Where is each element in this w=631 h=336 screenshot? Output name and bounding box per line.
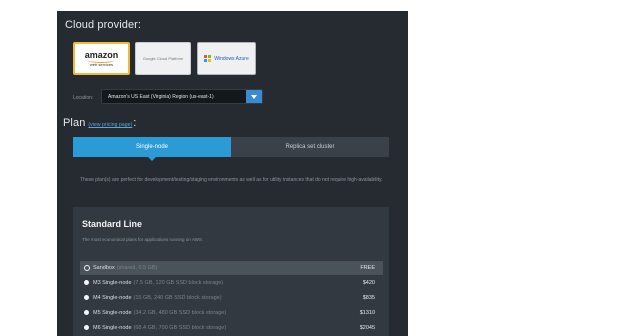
plan-spec: (7.5 GB, 120 GB SSD block storage): [133, 280, 224, 286]
plan-type-tabs: Single-node Replica set cluster: [73, 137, 389, 161]
standard-line-section: Standard Line The most economical plans …: [73, 207, 389, 336]
plan-name: M3 Single-node: [93, 280, 132, 286]
plan-spec: (shared, 0.5 GB): [116, 265, 158, 271]
plan-description: These plan(s) are perfect for developmen…: [80, 177, 383, 183]
windows-flag-icon: [204, 55, 212, 62]
plan-name: Sandbox: [93, 265, 115, 271]
standard-line-title: Standard Line: [82, 219, 143, 229]
provider-google-button[interactable]: Google Cloud Platform: [135, 42, 191, 75]
plan-row-m3[interactable]: M3 Single-node (7.5 GB, 120 GB SSD block …: [80, 276, 383, 290]
radio-icon: [84, 280, 89, 285]
plan-spec: (34.2 GB, 480 GB SSD block storage): [133, 310, 227, 316]
plan-name: M5 Single-node: [93, 310, 132, 316]
cloud-provider-heading: Cloud provider:: [65, 19, 142, 31]
location-dropdown-button[interactable]: [246, 90, 262, 103]
radio-icon: [84, 295, 89, 300]
plan-row-m5[interactable]: M5 Single-node (34.2 GB, 480 GB SSD block…: [80, 306, 383, 320]
plan-spec: (68.4 GB, 700 GB SSD block storage): [133, 325, 227, 331]
active-tab-indicator: [148, 157, 156, 161]
plan-price: $420: [362, 280, 375, 286]
plan-price: FREE: [360, 265, 375, 271]
azure-logo-text: Windows Azure: [214, 55, 249, 62]
tab-single-node[interactable]: Single-node: [73, 137, 231, 157]
location-select[interactable]: Amazon's US East (Virginia) Region (us-e…: [101, 89, 263, 104]
google-logo: Google Cloud Platform: [142, 56, 184, 61]
plan-row-sandbox[interactable]: Sandbox (shared, 0.5 GB) FREE: [80, 261, 383, 275]
plan-row-m6[interactable]: M6 Single-node (68.4 GB, 700 GB SSD block…: [80, 321, 383, 335]
provider-amazon-button[interactable]: amazon web services: [73, 42, 130, 75]
amazon-logo: amazon web services: [85, 50, 119, 67]
amazon-logo-sub: web services: [89, 61, 114, 67]
radio-icon: [84, 310, 89, 315]
plan-row-m4[interactable]: M4 Single-node (15 GB, 240 GB SSD block s…: [80, 291, 383, 305]
view-pricing-link[interactable]: (view pricing page): [88, 122, 132, 128]
tab-replica-set-cluster[interactable]: Replica set cluster: [231, 137, 389, 157]
plan-heading: Plan (view pricing page):: [63, 117, 136, 129]
radio-selected-icon: [84, 265, 90, 271]
plan-heading-suffix: :: [133, 117, 137, 129]
radio-icon: [84, 325, 89, 330]
chevron-down-icon: [251, 94, 257, 99]
plan-spec: (15 GB, 240 GB SSD block storage): [133, 295, 222, 301]
deployment-panel: Cloud provider: amazon web services Goog…: [57, 11, 408, 336]
location-label: Location:: [73, 95, 94, 101]
plan-price: $1310: [359, 310, 375, 316]
location-select-value: Amazon's US East (Virginia) Region (us-e…: [108, 94, 214, 100]
standard-line-subtitle: The most economical plans for applicatio…: [82, 237, 204, 242]
plan-name: M6 Single-node: [93, 325, 132, 331]
plan-name: M4 Single-node: [93, 295, 132, 301]
provider-azure-button[interactable]: Windows Azure: [197, 42, 256, 75]
plan-heading-label: Plan: [63, 117, 86, 129]
plan-price: $835: [362, 295, 375, 301]
plan-price: $2045: [359, 325, 375, 331]
